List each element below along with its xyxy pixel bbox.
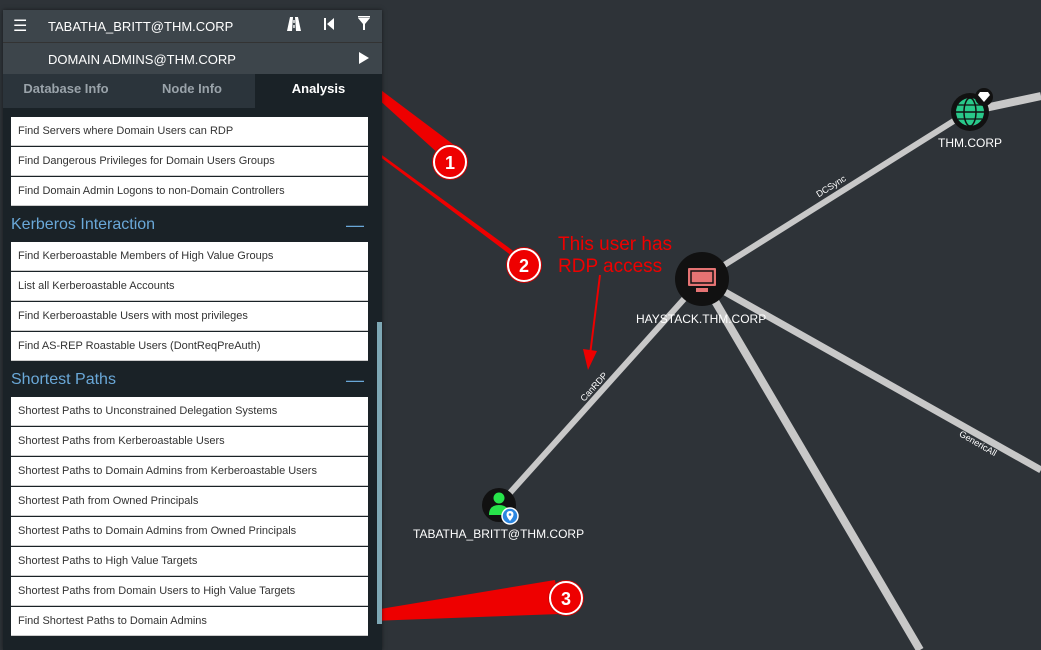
annotation-note-line2: RDP access: [558, 256, 663, 277]
edge-haystack-down[interactable]: [698, 276, 924, 650]
annotation-marker-1: 1: [433, 145, 467, 179]
query-item[interactable]: List all Kerberoastable Accounts: [11, 272, 368, 301]
query-item[interactable]: Shortest Path from Owned Principals: [11, 487, 368, 516]
query-item[interactable]: Shortest Paths to Unconstrained Delegati…: [11, 397, 368, 426]
start-node-input[interactable]: TABATHA_BRITT@THM.CORP: [48, 19, 233, 34]
query-item[interactable]: Find Shortest Paths to Domain Admins: [11, 607, 368, 636]
query-item[interactable]: Find AS-REP Roastable Users (DontReqPreA…: [11, 332, 368, 361]
end-node-input[interactable]: DOMAIN ADMINS@THM.CORP: [48, 52, 236, 67]
annotation-marker-3: 3: [549, 581, 583, 615]
query-item[interactable]: Find Dangerous Privileges for Domain Use…: [11, 147, 368, 176]
query-item[interactable]: Find Domain Admin Logons to non-Domain C…: [11, 177, 368, 206]
play-icon[interactable]: [358, 51, 370, 65]
annotation-arrowhead: [583, 349, 597, 370]
query-item[interactable]: Find Kerberoastable Users with most priv…: [11, 302, 368, 331]
computer-node-label: HAYSTACK.THM.CORP: [636, 312, 767, 326]
section-title: Shortest Paths: [11, 371, 116, 388]
domain-node-label: THM.CORP: [938, 136, 1002, 150]
section-shortest-paths[interactable]: Shortest Paths —: [11, 365, 368, 395]
tab-bar: Database Info Node Info Analysis: [3, 74, 382, 108]
computer-node[interactable]: [675, 252, 729, 306]
user-node-label: TABATHA_BRITT@THM.CORP: [413, 527, 585, 541]
tab-node-info[interactable]: Node Info: [129, 74, 255, 108]
domain-node[interactable]: [951, 88, 993, 131]
skip-back-icon[interactable]: [322, 17, 336, 31]
query-item[interactable]: Shortest Paths to Domain Admins from Own…: [11, 517, 368, 546]
scrollbar[interactable]: [377, 322, 382, 624]
tab-database-info[interactable]: Database Info: [3, 74, 129, 108]
side-panel: ☰ TABATHA_BRITT@THM.CORP DOMAIN ADMINS@T…: [3, 10, 382, 650]
annotation-note-line1: This user has: [558, 234, 673, 255]
annotation-note: This user has RDP access: [558, 234, 672, 278]
query-item[interactable]: Find Kerberoastable Members of High Valu…: [11, 242, 368, 271]
section-title: Kerberos Interaction: [11, 216, 156, 233]
query-item[interactable]: Shortest Paths from Kerberoastable Users: [11, 427, 368, 456]
query-item[interactable]: Shortest Paths from Domain Users to High…: [11, 577, 368, 606]
tab-analysis[interactable]: Analysis: [255, 74, 382, 108]
annotation-marker-2: 2: [507, 248, 541, 282]
start-node-row: ☰ TABATHA_BRITT@THM.CORP: [3, 10, 382, 42]
annotation-arrow-line: [589, 274, 601, 356]
query-item[interactable]: Find Servers where Domain Users can RDP: [11, 117, 368, 146]
edge-domain-outgoing[interactable]: [984, 92, 1041, 112]
edge-genericall[interactable]: [700, 275, 1041, 474]
hamburger-icon[interactable]: ☰: [13, 16, 27, 36]
collapse-icon[interactable]: —: [346, 210, 364, 240]
analysis-query-list: Find Servers where Domain Users can RDP …: [3, 108, 382, 650]
road-icon[interactable]: [286, 16, 302, 32]
edge-dcsync[interactable]: [700, 109, 970, 282]
query-item[interactable]: Shortest Paths to High Value Targets: [11, 547, 368, 576]
section-kerberos-interaction[interactable]: Kerberos Interaction —: [11, 210, 368, 240]
filter-icon[interactable]: [357, 16, 371, 32]
collapse-icon[interactable]: —: [346, 365, 364, 395]
query-item[interactable]: Shortest Paths to Domain Admins from Ker…: [11, 457, 368, 486]
end-node-row: DOMAIN ADMINS@THM.CORP: [3, 42, 382, 75]
